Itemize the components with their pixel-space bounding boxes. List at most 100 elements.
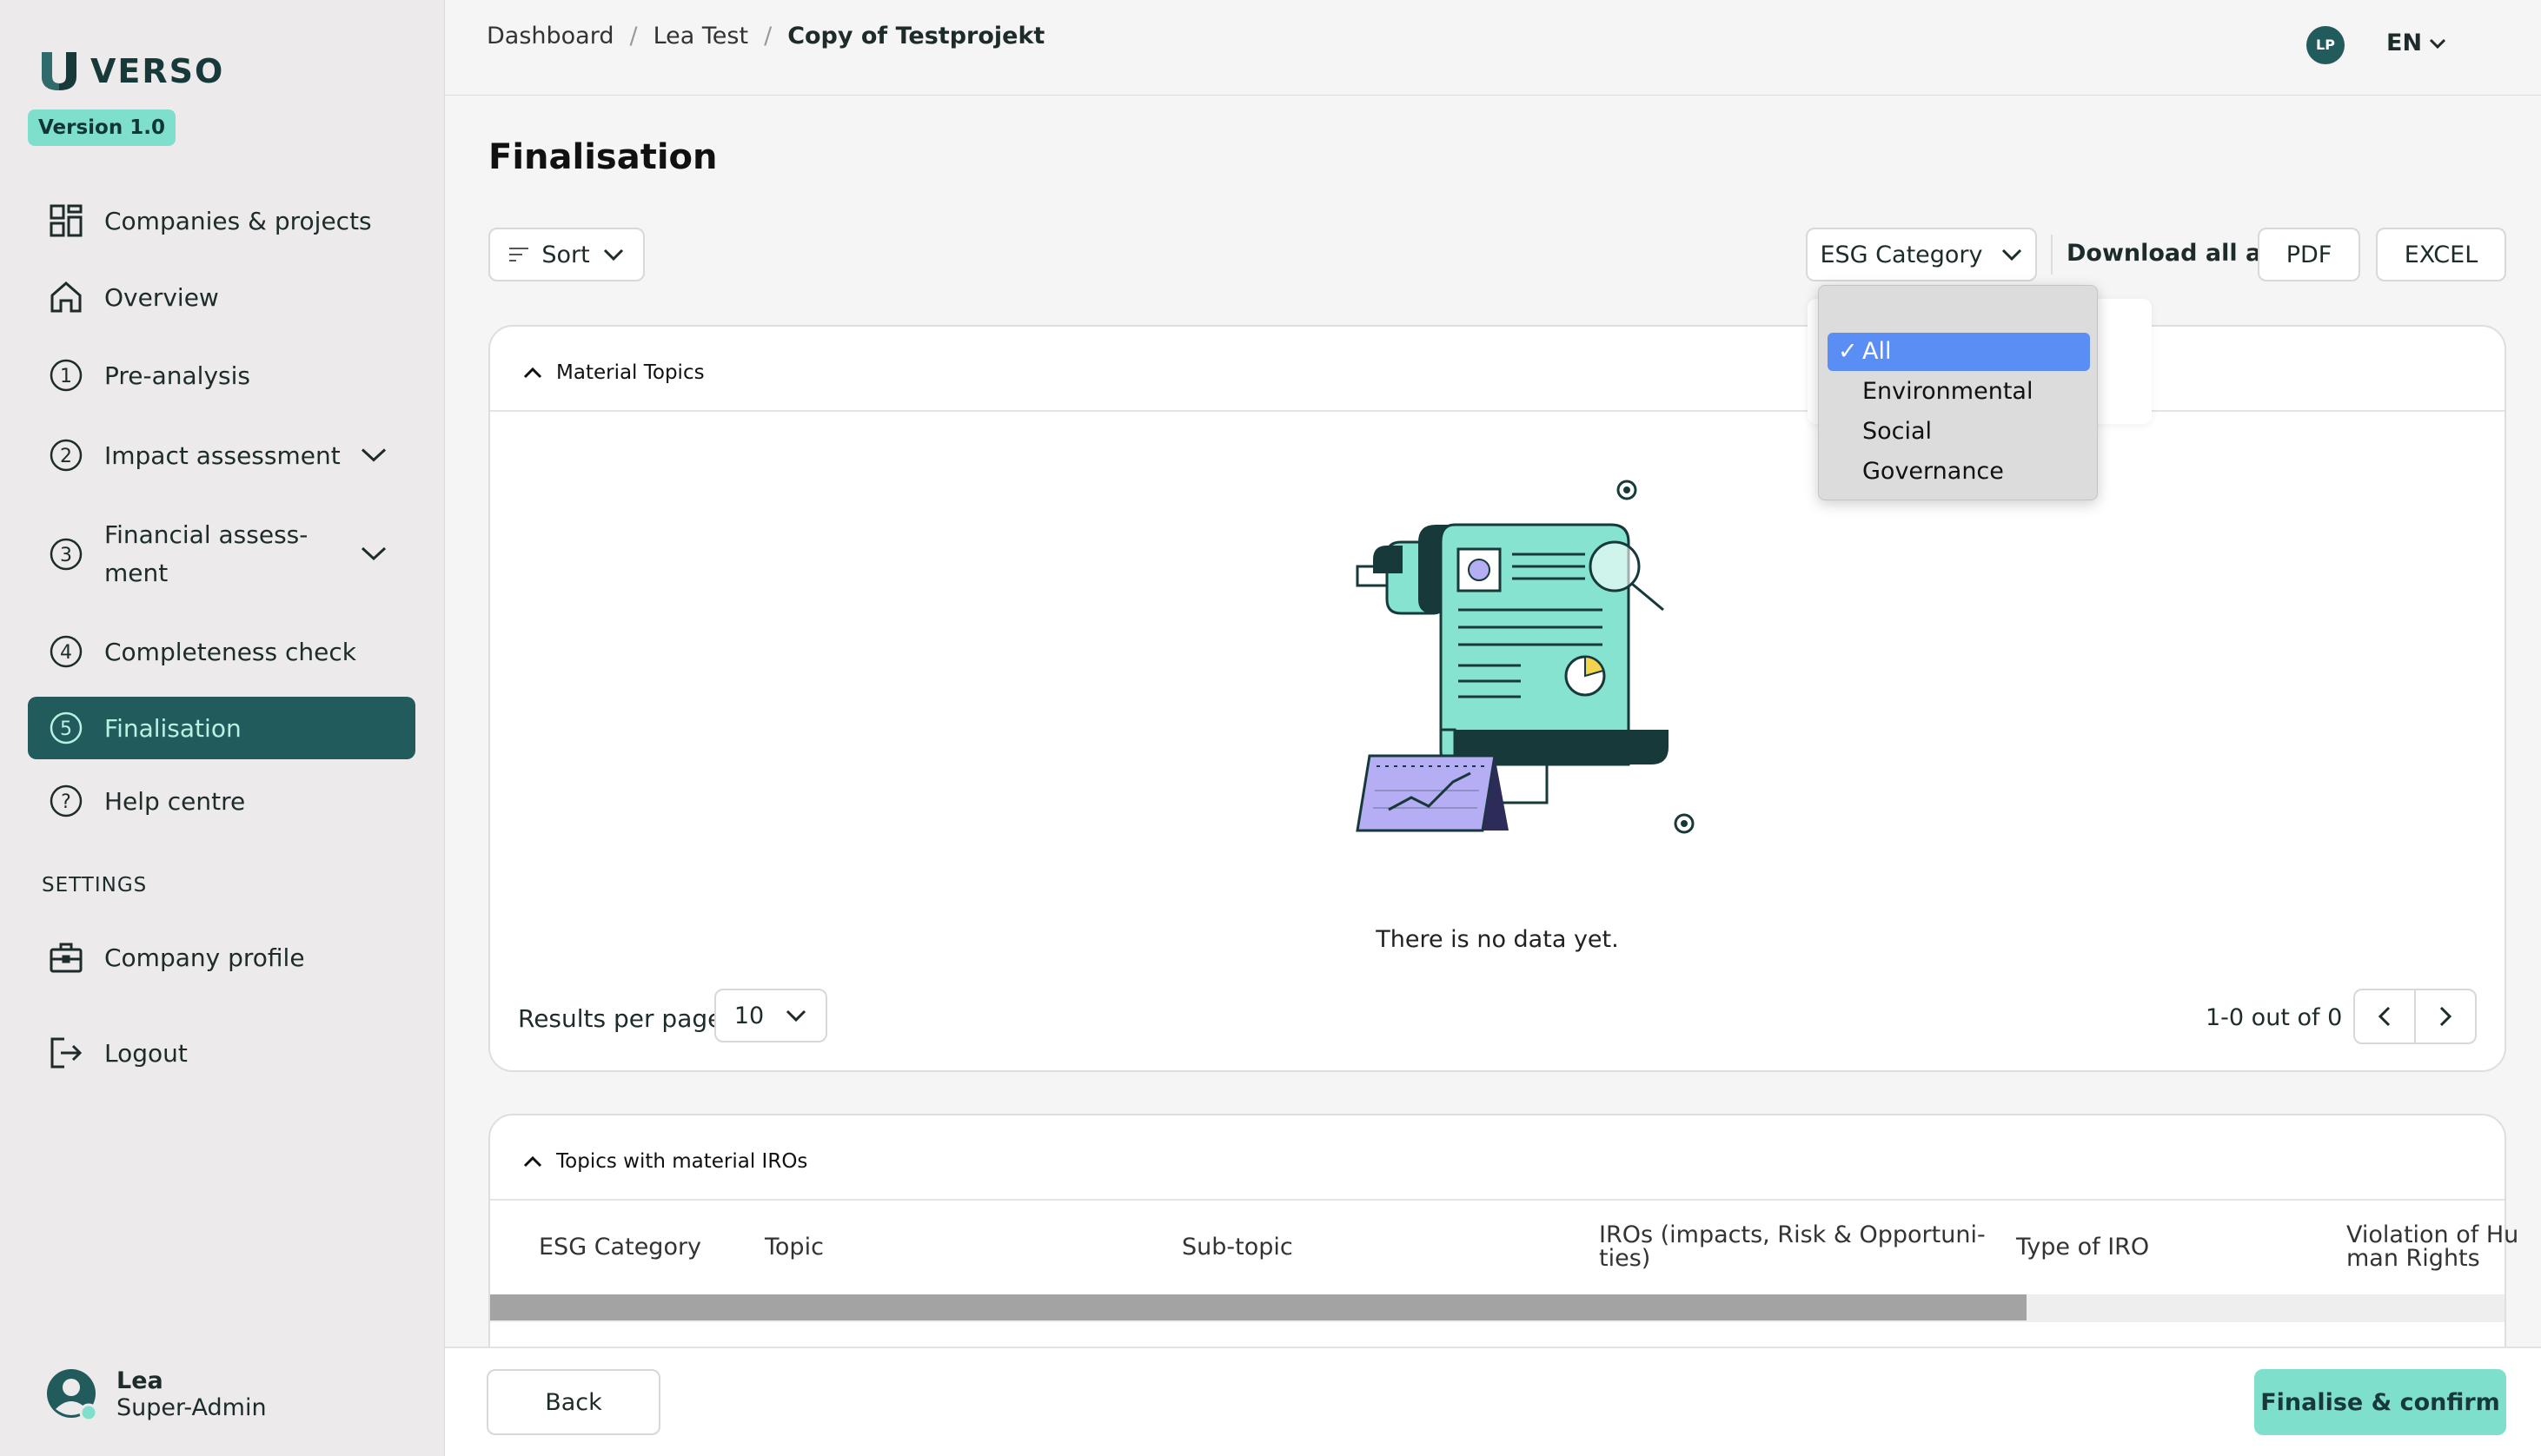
- app-name: VERSO: [90, 52, 225, 90]
- sidebar-item-label: Completeness check: [104, 637, 356, 666]
- sidebar-item-pre-analysis[interactable]: 1 Pre-analysis: [28, 344, 415, 407]
- step-number: 4: [60, 642, 72, 664]
- user-avatar[interactable]: LP: [2306, 26, 2345, 64]
- chevron-down-icon[interactable]: [360, 535, 388, 573]
- breadcrumb: Dashboard / Lea Test / Copy of Testproje…: [487, 23, 1045, 50]
- sidebar-item-label: Company profile: [104, 943, 305, 972]
- material-iros-title: Topics with material IROs: [556, 1150, 808, 1173]
- esg-category-select[interactable]: ESG Category: [1806, 228, 2037, 281]
- dropdown-option-environmental[interactable]: Environmental: [1828, 373, 2090, 411]
- horizontal-scrollbar-track[interactable]: [490, 1294, 2505, 1322]
- chevron-down-icon: [603, 248, 623, 261]
- sidebar-item-impact-assessment[interactable]: 2 Impact assessment: [28, 424, 415, 486]
- results-per-page-select[interactable]: 10: [714, 989, 827, 1042]
- language-selector[interactable]: EN: [2386, 30, 2446, 56]
- sidebar-item-label: Pre-analysis: [104, 361, 250, 390]
- step-3-icon: 3: [47, 535, 85, 573]
- sidebar-item-label: Impact assessment: [104, 440, 341, 470]
- user-role: Super-Admin: [116, 1394, 267, 1421]
- empty-state-text: There is no data yet.: [1376, 926, 1619, 953]
- version-badge: Version 1.0: [28, 109, 176, 146]
- card-divider: [490, 410, 2505, 412]
- sidebar: VERSO Version 1.0 Companies & projects O…: [0, 0, 445, 1456]
- sidebar-item-finalisation[interactable]: 5 Finalisation: [28, 697, 415, 759]
- chevron-down-icon: [2001, 248, 2021, 261]
- download-label: Download all as: [2067, 240, 2276, 267]
- sidebar-item-label-line2: ment: [104, 559, 169, 587]
- sidebar-item-label: Logout: [104, 1038, 188, 1068]
- sidebar-item-financial-assessment[interactable]: 3 Financial assess- ment: [28, 511, 415, 598]
- toolbar-divider: [2051, 235, 2053, 275]
- dropdown-option-governance[interactable]: Governance: [1828, 453, 2090, 491]
- column-header-human-rights[interactable]: Violation of Hu man Rights: [2346, 1223, 2518, 1270]
- chevron-right-icon: [2439, 1006, 2452, 1027]
- card-divider: [490, 1199, 2505, 1201]
- breadcrumb-separator: /: [629, 23, 638, 50]
- step-number: 3: [60, 545, 72, 566]
- column-header-human-rights-line1: Violation of Hu: [2346, 1221, 2519, 1248]
- material-topics-card: Material Topics There is no data yet. Re…: [488, 325, 2506, 1072]
- footer-bar: [445, 1347, 2541, 1456]
- breadcrumb-company[interactable]: Lea Test: [653, 23, 748, 50]
- results-per-page-value: 10: [733, 1002, 765, 1029]
- column-header-topic[interactable]: Topic: [765, 1235, 824, 1259]
- logout-icon: [47, 1034, 85, 1072]
- sidebar-item-logout[interactable]: Logout: [28, 1022, 415, 1084]
- settings-section-label: SETTINGS: [42, 874, 148, 897]
- sidebar-item-label: Overview: [104, 282, 219, 312]
- esg-category-label: ESG Category: [1820, 241, 1983, 268]
- material-topics-header[interactable]: Material Topics: [523, 361, 705, 384]
- step-number: 2: [60, 446, 72, 467]
- sidebar-item-company-profile[interactable]: Company profile: [28, 926, 415, 989]
- breadcrumb-project: Copy of Testprojekt: [787, 23, 1045, 50]
- sidebar-item-help-centre[interactable]: ? Help centre: [28, 770, 415, 832]
- download-excel-button[interactable]: EXCEL: [2376, 228, 2506, 281]
- verso-logo[interactable]: VERSO: [40, 50, 224, 92]
- sidebar-item-companies-projects[interactable]: Companies & projects: [28, 189, 415, 252]
- dropdown-option-all[interactable]: ✓ All: [1828, 333, 2090, 371]
- check-icon: ✓: [1838, 338, 1858, 365]
- breadcrumb-dashboard[interactable]: Dashboard: [487, 23, 614, 50]
- sidebar-item-label: Help centre: [104, 786, 246, 816]
- sidebar-item-label-line1: Financial assess-: [104, 520, 309, 549]
- material-iros-header[interactable]: Topics with material IROs: [523, 1150, 807, 1173]
- sort-icon: [509, 248, 529, 261]
- help-icon: ?: [47, 782, 85, 820]
- sort-button[interactable]: Sort: [488, 228, 645, 281]
- chevron-up-icon: [523, 1155, 542, 1168]
- esg-category-dropdown: ✓ All Environmental Social Governance: [1818, 285, 2098, 500]
- empty-state-illustration: [1356, 480, 1695, 834]
- step-2-icon: 2: [47, 436, 85, 474]
- sidebar-item-completeness-check[interactable]: 4 Completeness check: [28, 620, 415, 683]
- back-button[interactable]: Back: [487, 1369, 660, 1435]
- chevron-down-icon[interactable]: [360, 441, 388, 470]
- column-header-type-of-iro[interactable]: Type of IRO: [2016, 1235, 2149, 1259]
- horizontal-scrollbar-thumb[interactable]: [490, 1294, 2027, 1320]
- step-1-icon: 1: [47, 356, 85, 394]
- download-pdf-button[interactable]: PDF: [2258, 228, 2360, 281]
- pagination-info: 1-0 out of 0: [2206, 1004, 2343, 1031]
- sidebar-item-label: Companies & projects: [104, 206, 372, 235]
- next-page-button[interactable]: [2414, 989, 2477, 1044]
- column-header-human-rights-line2: man Rights: [2346, 1245, 2480, 1272]
- user-profile[interactable]: Lea Super-Admin: [45, 1367, 267, 1421]
- column-header-sub-topic[interactable]: Sub-topic: [1182, 1235, 1293, 1259]
- user-avatar-icon: [47, 1369, 97, 1421]
- column-header-iros[interactable]: IROs (impacts, Risk & Opportuni- ties): [1599, 1223, 1986, 1270]
- results-per-page-label: Results per page: [518, 1004, 723, 1033]
- column-header-esg-category[interactable]: ESG Category: [539, 1235, 701, 1259]
- finalise-confirm-button[interactable]: Finalise & confirm: [2254, 1369, 2506, 1435]
- step-4-icon: 4: [47, 632, 85, 671]
- chevron-down-icon: [786, 1009, 806, 1023]
- chevron-left-icon: [2378, 1006, 2391, 1027]
- breadcrumb-separator: /: [764, 23, 773, 50]
- column-header-iros-line2: ties): [1599, 1245, 1651, 1272]
- briefcase-icon: [47, 938, 85, 976]
- material-topics-title: Material Topics: [556, 361, 705, 384]
- prev-page-button[interactable]: [2353, 989, 2416, 1044]
- help-symbol: ?: [61, 791, 71, 813]
- dropdown-option-social[interactable]: Social: [1828, 413, 2090, 451]
- sidebar-item-overview[interactable]: Overview: [28, 266, 415, 328]
- sidebar-item-label: Finalisation: [104, 713, 242, 743]
- grid-icon: [47, 202, 85, 240]
